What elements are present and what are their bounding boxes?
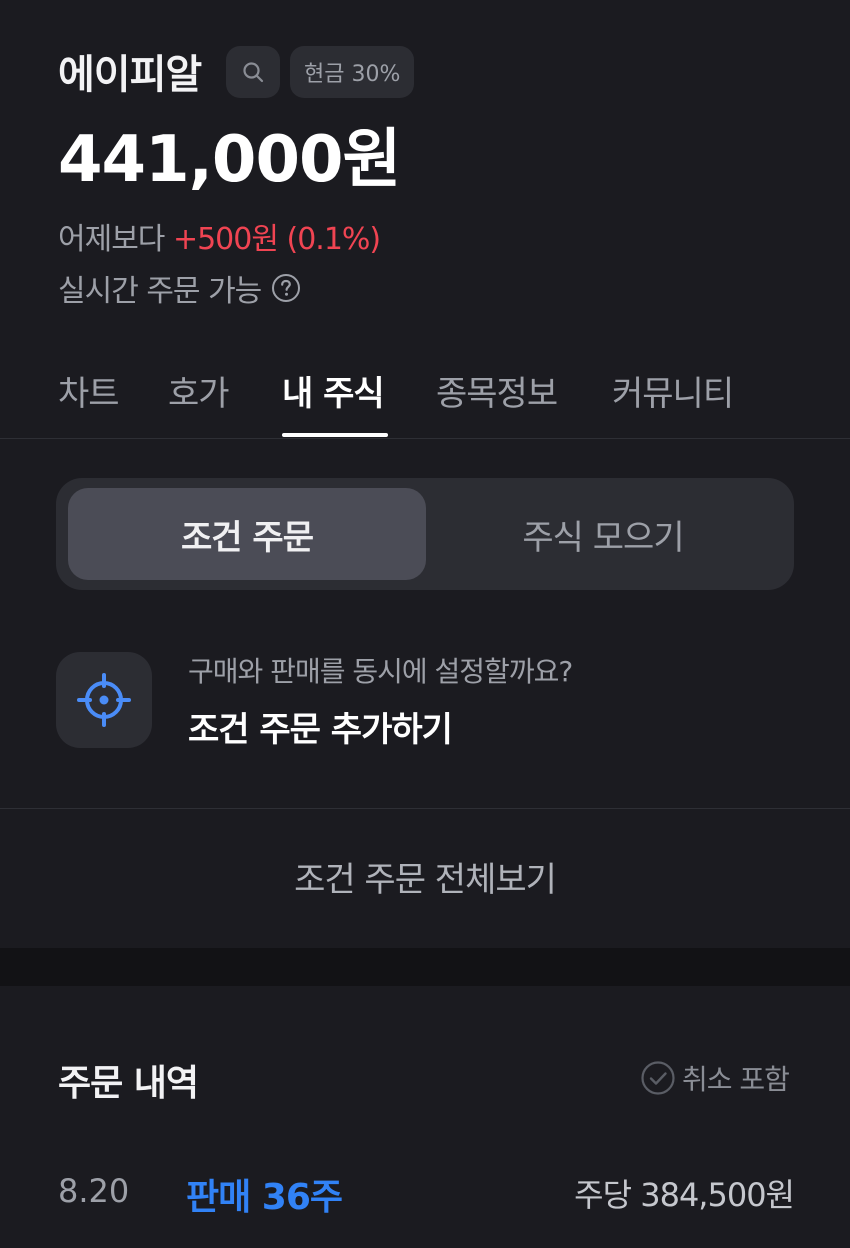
add-condition-button[interactable]: 조건 주문 추가하기	[188, 702, 453, 751]
cash-ratio-badge: 현금 30%	[290, 46, 415, 98]
current-price: 441,000원	[58, 123, 401, 197]
segment-stock-collect[interactable]: 주식 모으기	[424, 488, 782, 580]
tab-bar: 차트 호가 내 주식 종목정보 커뮤니티	[0, 360, 850, 439]
realtime-label: 실시간 주문 가능	[58, 274, 262, 309]
active-tab-indicator	[282, 433, 388, 437]
help-icon[interactable]	[271, 273, 301, 303]
include-cancel-toggle[interactable]: 취소 포함	[640, 1058, 790, 1098]
segment-conditional-order[interactable]: 조건 주문	[68, 488, 426, 580]
order-mode-segment: 조건 주문 주식 모으기	[56, 478, 794, 590]
check-circle-icon	[641, 1061, 675, 1095]
add-condition-question: 구매와 판매를 동시에 설정할까요?	[188, 655, 573, 688]
tab-stock-info[interactable]: 종목정보	[436, 366, 558, 415]
order-price: 주당 384,500원	[574, 1176, 795, 1214]
order-type[interactable]: 판매 36주	[186, 1168, 343, 1220]
search-button[interactable]	[226, 46, 280, 98]
order-history-title: 주문 내역	[58, 1063, 199, 1104]
price-change-row: 어제보다 +500원 (0.1%)	[58, 214, 381, 258]
add-condition-icon-box[interactable]	[56, 652, 152, 748]
tab-orderbook[interactable]: 호가	[168, 366, 230, 415]
target-icon	[77, 673, 131, 727]
realtime-order-row[interactable]: 실시간 주문 가능	[58, 266, 301, 310]
change-value: +500원 (0.1%)	[172, 222, 381, 257]
order-date: 8.20	[58, 1172, 130, 1210]
search-icon	[243, 62, 264, 83]
tab-community[interactable]: 커뮤니티	[612, 366, 734, 415]
tab-my-stock[interactable]: 내 주식	[282, 366, 385, 415]
tab-chart[interactable]: 차트	[58, 366, 120, 415]
include-cancel-label: 취소 포함	[682, 1063, 790, 1096]
change-prefix: 어제보다	[58, 222, 165, 257]
section-separator	[0, 948, 850, 986]
view-all-conditions-button[interactable]: 조건 주문 전체보기	[0, 852, 850, 901]
divider	[0, 808, 850, 809]
stock-name: 에이피알	[58, 52, 202, 98]
